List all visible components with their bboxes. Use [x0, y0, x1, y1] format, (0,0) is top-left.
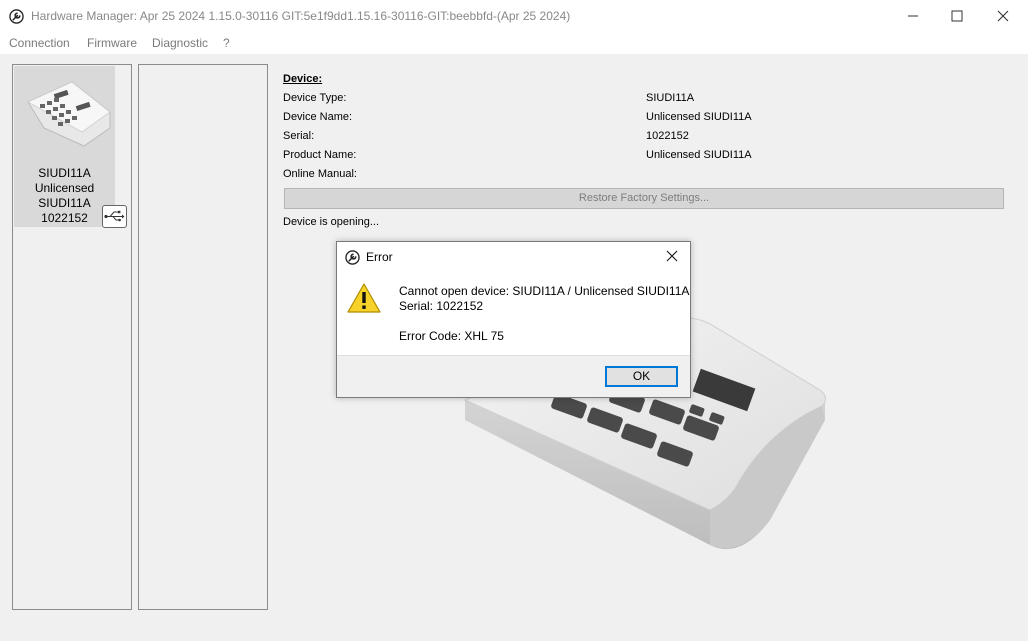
secondary-panel	[138, 64, 268, 610]
close-icon	[997, 10, 1009, 22]
warning-icon	[347, 283, 381, 313]
ok-button[interactable]: OK	[605, 366, 678, 387]
maximize-button[interactable]	[934, 0, 980, 32]
dialog-error-code: Error Code: XHL 75	[399, 329, 504, 343]
menu-diagnostic[interactable]: Diagnostic	[152, 36, 208, 50]
dialog-footer: OK	[337, 355, 690, 397]
menu-bar: Connection Firmware Diagnostic ?	[0, 32, 1028, 54]
tile-line-name-1: Unlicensed	[34, 181, 95, 195]
tile-line-name-2: SIUDI11A	[38, 196, 91, 210]
dialog-message-line1: Cannot open device: SIUDI11A / Unlicense…	[399, 284, 690, 298]
device-status-text: Device is opening...	[283, 216, 379, 228]
close-icon	[666, 250, 678, 262]
online-manual-label: Online Manual:	[283, 168, 357, 180]
maximize-icon	[951, 10, 963, 22]
product-name-value: Unlicensed SIUDI11A	[646, 149, 752, 161]
minimize-icon	[908, 15, 918, 17]
tile-line-serial: 1022152	[41, 211, 88, 225]
title-bar: Hardware Manager: Apr 25 2024 1.15.0-301…	[0, 0, 1028, 32]
menu-help[interactable]: ?	[223, 36, 230, 50]
dialog-title: Error	[366, 250, 393, 264]
device-name-value: Unlicensed SIUDI11A	[646, 111, 752, 123]
device-type-label: Device Type:	[283, 92, 347, 104]
menu-firmware[interactable]: Firmware	[87, 36, 137, 50]
device-tile[interactable]: SIUDI11A Unlicensed SIUDI11A 1022152	[14, 66, 127, 228]
device-thumbnail	[27, 81, 111, 147]
product-name-label: Product Name:	[283, 149, 357, 161]
wrench-icon	[345, 250, 360, 265]
restore-factory-settings-button[interactable]: Restore Factory Settings...	[284, 188, 1004, 209]
error-dialog: Error Cannot open device: SIUDI11A / Unl…	[336, 241, 691, 398]
close-button[interactable]	[980, 0, 1026, 32]
serial-label: Serial:	[283, 130, 315, 142]
window-title: Hardware Manager: Apr 25 2024 1.15.0-301…	[31, 9, 571, 23]
wrench-icon	[9, 9, 24, 24]
device-type-value: SIUDI11A	[646, 92, 695, 104]
tile-line-type: SIUDI11A	[38, 166, 91, 180]
device-name-label: Device Name:	[283, 111, 353, 123]
dialog-close-button[interactable]	[657, 244, 687, 268]
menu-connection[interactable]: Connection	[9, 36, 70, 50]
dialog-message-serial: Serial: 1022152	[399, 299, 484, 313]
minimize-button[interactable]	[890, 0, 936, 32]
serial-value: 1022152	[646, 130, 689, 142]
device-heading: Device:	[283, 73, 323, 85]
